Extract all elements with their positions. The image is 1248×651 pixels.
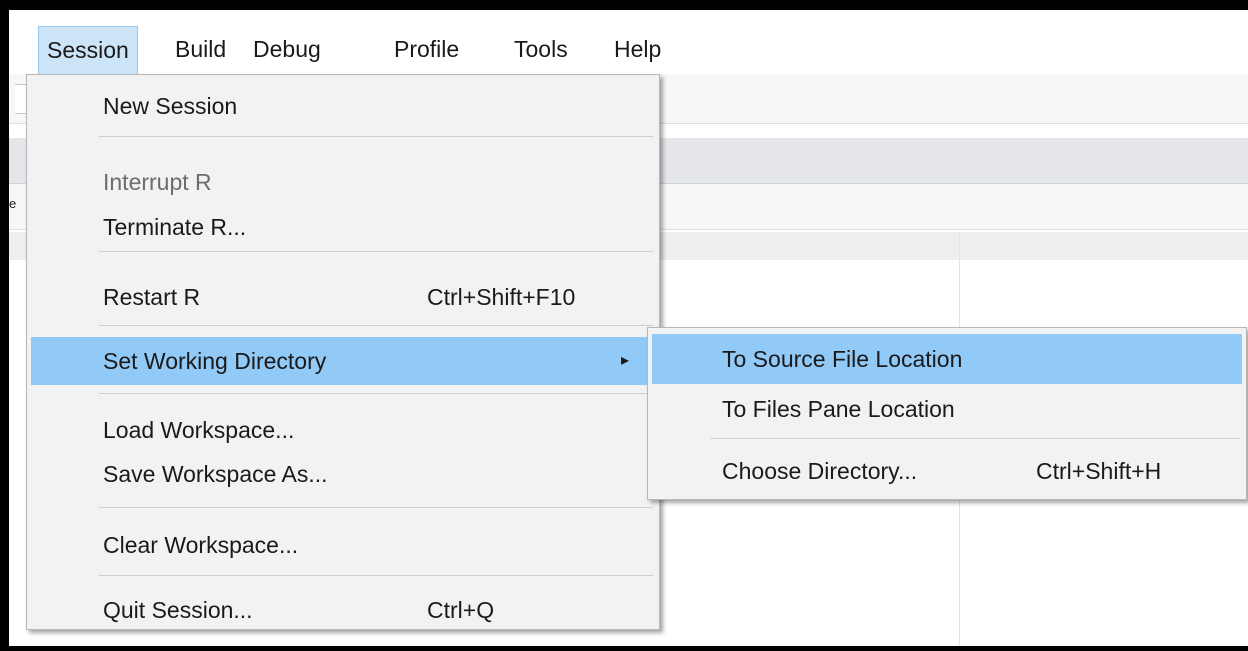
menu-item-set-working-directory[interactable]: Set Working Directory ▸ [31, 337, 655, 385]
menu-item-shortcut: Ctrl+Shift+H [1036, 458, 1162, 484]
menu-item-clear-workspace[interactable]: Clear Workspace... [31, 520, 655, 570]
menu-bar: Session Build Debug Profile Tools Help [9, 10, 1248, 74]
menu-separator [99, 393, 653, 394]
menu-profile[interactable]: Profile [386, 26, 467, 74]
session-menu: New Session Interrupt R Terminate R... R… [26, 74, 660, 630]
menu-item-interrupt-r: Interrupt R [31, 157, 655, 207]
menu-separator [99, 507, 653, 508]
menu-item-label: Restart R [103, 284, 201, 310]
menu-item-label: To Source File Location [722, 346, 963, 372]
menu-item-choose-directory[interactable]: Choose Directory... Ctrl+Shift+H [652, 446, 1242, 496]
menu-separator [99, 251, 653, 252]
menu-item-quit-session[interactable]: Quit Session... Ctrl+Q [31, 585, 655, 635]
menu-item-label: Quit Session... [103, 597, 253, 623]
menu-build[interactable]: Build [167, 26, 234, 74]
menu-item-label: Terminate R... [103, 214, 247, 240]
menu-item-label: Set Working Directory [103, 348, 327, 374]
menu-item-to-source-file-location[interactable]: To Source File Location [652, 334, 1242, 384]
menu-item-label: To Files Pane Location [722, 396, 955, 422]
menu-help[interactable]: Help [606, 26, 669, 74]
app-window: e Session Build Debug Profile Tools Help… [9, 10, 1248, 646]
menu-debug[interactable]: Debug [245, 26, 329, 74]
menu-session[interactable]: Session [38, 26, 138, 74]
menu-item-shortcut: Ctrl+Q [427, 597, 495, 623]
menu-item-label: Save Workspace As... [103, 461, 328, 487]
menu-separator [99, 136, 653, 137]
menu-item-label: Interrupt R [103, 169, 212, 195]
menu-tools[interactable]: Tools [506, 26, 576, 74]
menu-separator [99, 325, 653, 326]
menu-item-label: New Session [103, 93, 238, 119]
menu-item-label: Load Workspace... [103, 417, 295, 443]
working-directory-submenu: To Source File Location To Files Pane Lo… [647, 327, 1247, 500]
menu-item-load-workspace[interactable]: Load Workspace... [31, 405, 655, 455]
triangle-right-icon: ▸ [620, 352, 629, 369]
pane-tab-label[interactable]: e [9, 196, 16, 211]
menu-separator [710, 438, 1240, 439]
menu-item-terminate-r[interactable]: Terminate R... [31, 202, 655, 252]
menu-item-new-session[interactable]: New Session [31, 81, 655, 131]
menu-item-save-workspace-as[interactable]: Save Workspace As... [31, 449, 655, 499]
menu-separator [99, 575, 653, 576]
menu-item-shortcut: Ctrl+Shift+F10 [427, 284, 576, 310]
menu-item-restart-r[interactable]: Restart R Ctrl+Shift+F10 [31, 272, 655, 322]
menu-item-label: Choose Directory... [722, 458, 918, 484]
menu-item-label: Clear Workspace... [103, 532, 299, 558]
menu-item-to-files-pane-location[interactable]: To Files Pane Location [652, 384, 1242, 434]
